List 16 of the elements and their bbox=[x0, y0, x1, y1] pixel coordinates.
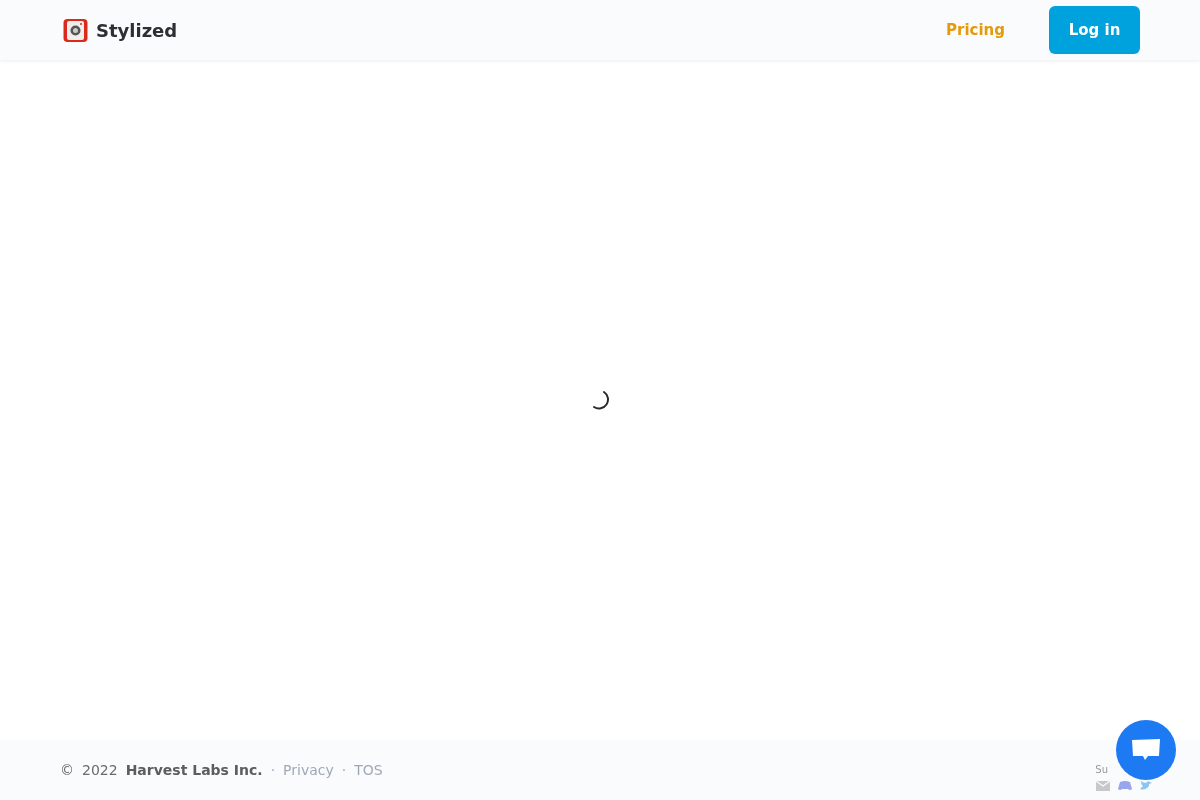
mail-icon[interactable] bbox=[1096, 780, 1110, 791]
login-button[interactable]: Log in bbox=[1049, 6, 1140, 54]
pricing-link[interactable]: Pricing bbox=[946, 18, 1005, 42]
company-name: Harvest Labs Inc. bbox=[125, 760, 263, 780]
privacy-link[interactable]: Privacy bbox=[283, 759, 334, 781]
tos-link[interactable]: TOS bbox=[354, 759, 383, 781]
copyright-year: 2022 bbox=[82, 760, 118, 780]
support-label: Su bbox=[1095, 762, 1108, 777]
chat-button[interactable] bbox=[1116, 720, 1176, 780]
camera-logo-icon bbox=[63, 17, 88, 43]
separator-dot: · bbox=[270, 760, 276, 780]
bird-icon[interactable] bbox=[1140, 780, 1152, 791]
brand-name[interactable]: Stylized bbox=[96, 16, 178, 44]
separator-dot: · bbox=[341, 760, 347, 780]
copyright-symbol: © bbox=[60, 760, 74, 780]
game-controller-icon[interactable] bbox=[1118, 780, 1132, 791]
